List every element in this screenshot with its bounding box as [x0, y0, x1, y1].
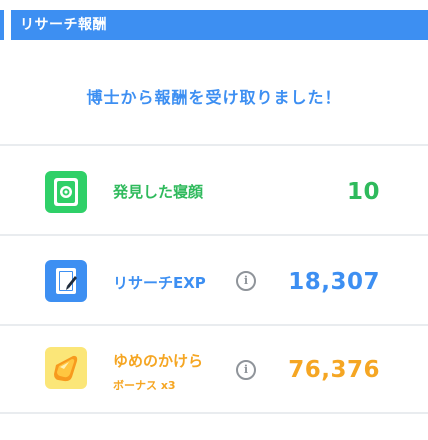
- reward-value: 18,307: [288, 269, 380, 295]
- research-notebook-icon: [45, 260, 87, 302]
- panel-title: リサーチ報酬: [20, 17, 107, 33]
- reward-value: 10: [346, 179, 380, 205]
- reward-row-research-exp: リサーチEXP i 18,307: [0, 236, 428, 324]
- header-bar: リサーチ報酬: [0, 10, 428, 40]
- info-icon[interactable]: i: [236, 271, 256, 291]
- research-reward-panel: リサーチ報酬 博士から報酬を受け取りました！ 発見した寝顔 10 リサーチEXP…: [0, 0, 428, 440]
- photo-album-icon: [45, 171, 87, 213]
- bonus-label: ボーナス x3: [113, 379, 176, 392]
- reward-value: 76,376: [288, 357, 380, 383]
- divider: [0, 412, 428, 414]
- reward-label: 発見した寝顔: [113, 183, 204, 201]
- reward-row-dream-shards: ゆめのかけら ボーナス x3 i 76,376: [0, 326, 428, 414]
- reward-label: リサーチEXP: [113, 274, 206, 292]
- reward-message: 博士から報酬を受け取りました！: [86, 88, 342, 107]
- reward-row-sleep-styles: 発見した寝顔 10: [0, 146, 428, 234]
- reward-label: ゆめのかけら: [113, 352, 204, 370]
- info-icon[interactable]: i: [236, 360, 256, 380]
- header-accent: [4, 10, 11, 40]
- dream-shard-icon: [45, 347, 87, 389]
